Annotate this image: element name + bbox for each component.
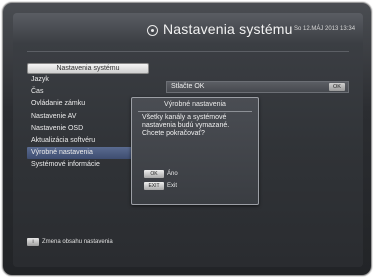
tv-screen: Nastavenia systému So 12.MÁJ 2013 13:34 … bbox=[13, 13, 363, 267]
datetime: So 12.MÁJ 2013 13:34 bbox=[294, 26, 356, 32]
footer-hint: i Zmena obsahu nastavenia bbox=[27, 237, 349, 249]
info-key-icon: i bbox=[27, 238, 39, 246]
header: Nastavenia systému So 12.MÁJ 2013 13:34 bbox=[13, 13, 363, 49]
settings-icon bbox=[147, 25, 158, 36]
dialog-divider bbox=[138, 111, 252, 112]
page-title: Nastavenia systému bbox=[163, 21, 293, 37]
dialog-title: Výrobné nastavenia bbox=[164, 101, 226, 108]
press-ok-row[interactable]: Stlačte OK OK bbox=[166, 81, 349, 93]
footer-text: Zmena obsahu nastavenia bbox=[42, 239, 113, 245]
exit-key-button[interactable]: EXIT bbox=[144, 182, 164, 190]
press-ok-label: Stlačte OK bbox=[171, 83, 205, 90]
exit-label: Exit bbox=[167, 183, 178, 189]
tv-frame: Nastavenia systému So 12.MÁJ 2013 13:34 … bbox=[2, 2, 372, 276]
ok-button[interactable]: OK bbox=[329, 83, 345, 91]
dialog-message: Všetky kanály a systémové nastavenia bud… bbox=[142, 114, 230, 137]
menu-header: Nastavenia systému bbox=[27, 63, 149, 74]
ok-key-button[interactable]: OK bbox=[144, 170, 164, 178]
menu-item-language[interactable]: Jazyk bbox=[27, 74, 149, 86]
yes-label: Áno bbox=[167, 171, 178, 177]
header-divider bbox=[27, 51, 349, 52]
factory-reset-dialog: Výrobné nastavenia Všetky kanály a systé… bbox=[131, 97, 259, 205]
